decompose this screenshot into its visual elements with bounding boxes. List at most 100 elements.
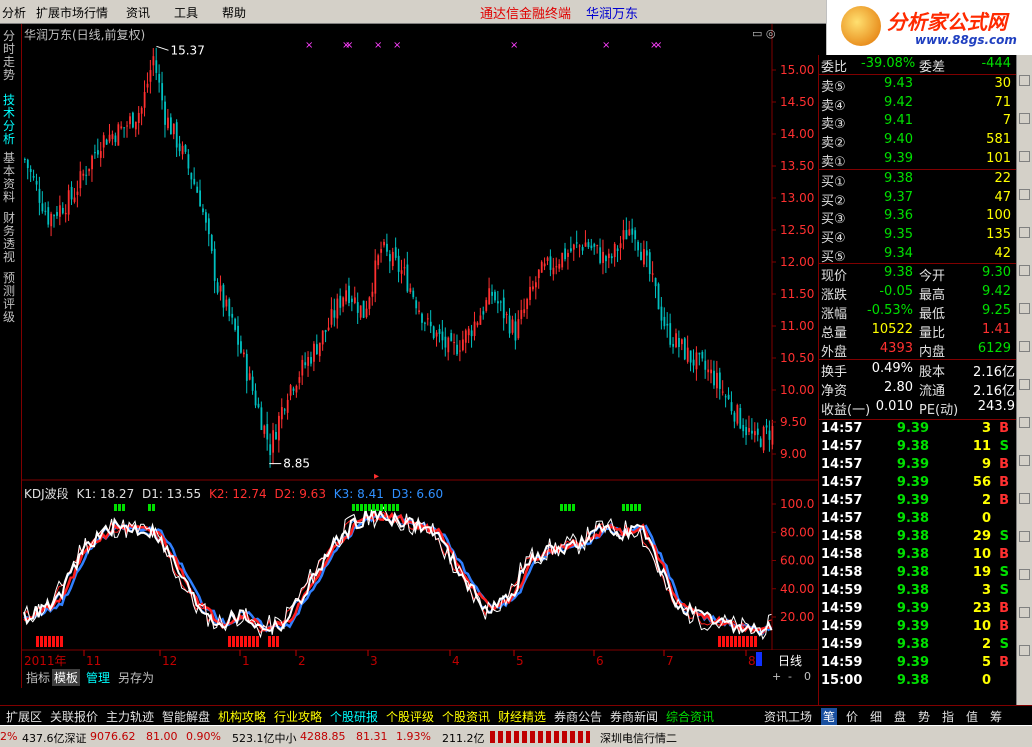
buy-signal-block	[152, 504, 155, 511]
tab-technical-analysis[interactable]: 技术分析	[3, 94, 19, 146]
tab-forecast-rating[interactable]: 预测评级	[3, 272, 19, 324]
status-sz-change: 81.00	[146, 730, 178, 743]
candle	[47, 201, 50, 228]
tick-side: B	[999, 601, 1009, 616]
func-tab[interactable]: 个股资讯	[442, 708, 490, 725]
tick-time: 14:57	[821, 511, 863, 526]
kline-chart[interactable]: 15.00 14.50 14.00 13.50 13.00 12.50 12.00 11.50…	[22, 24, 818, 668]
func-tab[interactable]: 券商公告	[554, 708, 602, 725]
candle	[479, 307, 482, 325]
side-button[interactable]	[1019, 265, 1030, 276]
candle	[526, 297, 529, 319]
tab-template[interactable]: 模板	[52, 669, 81, 686]
func-tab[interactable]: 机构攻略	[218, 708, 266, 725]
func-tab[interactable]: 智能解盘	[162, 708, 210, 725]
tab-save-as[interactable]: 另存为	[116, 669, 156, 686]
func-right-tab[interactable]: 盘	[894, 708, 906, 725]
func-right-tab[interactable]: 细	[870, 708, 882, 725]
side-button[interactable]	[1019, 113, 1030, 124]
menu-news[interactable]: 资讯	[126, 4, 150, 21]
func-tab[interactable]: 行业攻略	[274, 708, 322, 725]
price-tick-label: 11.00	[780, 319, 814, 333]
func-right-tab[interactable]: 势	[918, 708, 930, 725]
candle	[605, 254, 607, 273]
tab-basic-info[interactable]: 基本资料	[3, 152, 19, 204]
lock-icon[interactable]: ◎	[766, 27, 776, 40]
zoom-out-button[interactable]: -	[788, 670, 792, 683]
right-scroll-strip[interactable]	[1016, 55, 1032, 705]
stat-value: 4393	[879, 341, 913, 356]
candle	[307, 351, 310, 377]
side-button[interactable]	[1019, 417, 1030, 428]
zoom-reset-button[interactable]: 0	[804, 670, 811, 683]
tick-time: 14:57	[821, 421, 863, 436]
func-right-tab[interactable]: 价	[846, 708, 858, 725]
zoom-in-button[interactable]: +	[772, 670, 781, 683]
restore-icon[interactable]: ▭	[752, 27, 762, 40]
func-tab[interactable]: 个股评级	[386, 708, 434, 725]
candle	[251, 370, 254, 395]
bid-row: 买③ 9.36 100	[819, 207, 1017, 227]
func-tab[interactable]: 综合资讯	[666, 708, 714, 725]
candle	[207, 213, 210, 247]
candle	[167, 108, 169, 131]
candle	[672, 337, 675, 354]
bid-row: 买⑤ 9.34 42	[819, 245, 1017, 265]
candle	[269, 433, 272, 468]
price-tick-label: 13.50	[780, 159, 814, 173]
tab-indicator[interactable]: 指标	[24, 669, 52, 686]
signal-marker: ×	[374, 40, 382, 51]
menu-analysis[interactable]: 分析	[2, 4, 26, 21]
side-button[interactable]	[1019, 493, 1030, 504]
menu-extended-market[interactable]: 扩展市场行情	[36, 4, 108, 21]
tick-row: 15:00 9.38 0	[819, 672, 1017, 691]
tab-manage[interactable]: 管理	[84, 669, 112, 686]
func-right-tab[interactable]: 指	[942, 708, 954, 725]
status-server[interactable]: 深圳电信行情二	[600, 730, 677, 746]
func-tab[interactable]: 财经精选	[498, 708, 546, 725]
side-button[interactable]	[1019, 189, 1030, 200]
chart-area[interactable]: 15.00 14.50 14.00 13.50 13.00 12.50 12.00 11.50…	[22, 24, 818, 668]
func-right-tab[interactable]: 筹	[990, 708, 1002, 725]
func-right-tab[interactable]: 资讯工场	[764, 708, 812, 725]
tab-minute-chart[interactable]: 分时走势	[3, 30, 19, 82]
stat-value: 9.30	[982, 265, 1011, 280]
func-tab[interactable]: 扩展区	[6, 708, 42, 725]
func-tab[interactable]: 个股研报	[330, 708, 378, 725]
func-tab[interactable]: 主力轨迹	[106, 708, 154, 725]
side-button[interactable]	[1019, 303, 1030, 314]
tick-volume: 3	[981, 583, 991, 598]
tab-financials[interactable]: 财务透视	[3, 212, 19, 264]
low-annotation: 8.85	[283, 457, 310, 471]
func-right-tab[interactable]: 值	[966, 708, 978, 725]
side-button[interactable]	[1019, 227, 1030, 238]
func-right-tab[interactable]: 笔	[821, 708, 838, 725]
status-sme-change: 81.31	[356, 730, 388, 743]
status-sz-turnover: 437.6亿深证	[22, 732, 87, 745]
candle	[140, 106, 143, 126]
side-button[interactable]	[1019, 569, 1030, 580]
side-button[interactable]	[1019, 455, 1030, 466]
candle	[389, 250, 391, 274]
candle	[316, 334, 318, 355]
side-button[interactable]	[1019, 645, 1030, 656]
side-button[interactable]	[1019, 75, 1030, 86]
fund-value: 2.16亿	[973, 365, 1015, 380]
func-tab[interactable]: 关联报价	[50, 708, 98, 725]
period-label[interactable]: 日线	[778, 652, 802, 669]
logo-sub-text: www.88gs.com	[915, 33, 1017, 47]
menu-tools[interactable]: 工具	[174, 4, 198, 21]
side-button[interactable]	[1019, 607, 1030, 618]
kdj-d1-line	[23, 507, 773, 637]
side-button[interactable]	[1019, 531, 1030, 542]
stat-label: 外盘	[821, 345, 848, 360]
menu-help[interactable]: 帮助	[222, 4, 246, 21]
buy-signal-block	[560, 504, 563, 511]
side-button[interactable]	[1019, 379, 1030, 390]
tick-side: S	[999, 637, 1009, 652]
func-tab[interactable]: 券商新闻	[610, 708, 658, 725]
candle	[105, 138, 108, 145]
sell-signal-block	[256, 636, 259, 647]
side-button[interactable]	[1019, 151, 1030, 162]
side-button[interactable]	[1019, 341, 1030, 352]
